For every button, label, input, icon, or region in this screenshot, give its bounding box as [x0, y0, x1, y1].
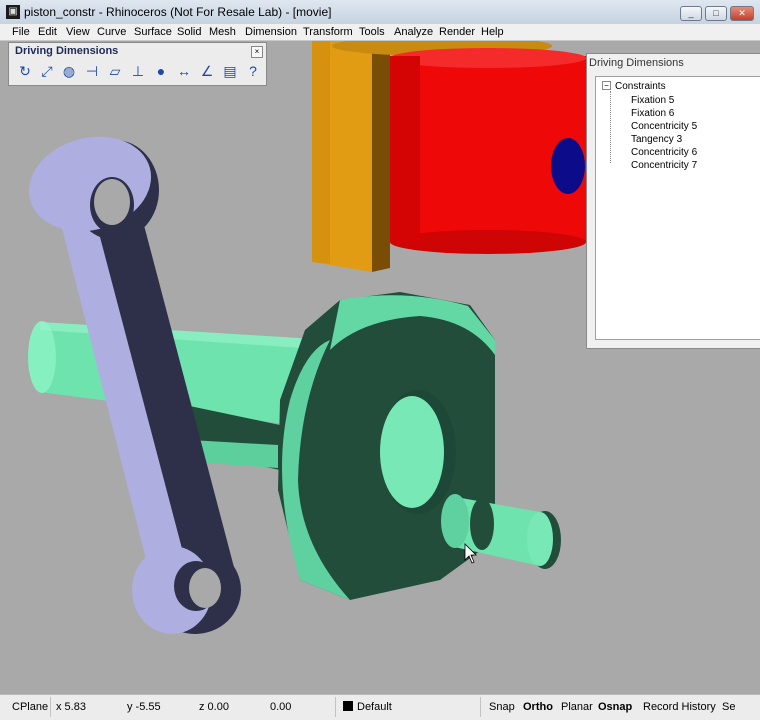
- window-title: piston_constr - Rhinoceros (Not For Resa…: [24, 5, 332, 19]
- planar-toggle[interactable]: Planar: [561, 701, 593, 713]
- tree-item-concentricity-7[interactable]: Concentricity 7: [631, 160, 697, 171]
- refresh-icon[interactable]: ↻: [15, 61, 35, 81]
- menu-dimension[interactable]: Dimension: [245, 25, 297, 39]
- menu-surface[interactable]: Surface: [134, 25, 172, 39]
- status-divider: [480, 697, 481, 717]
- minimize-button[interactable]: _: [680, 6, 702, 21]
- menu-mesh[interactable]: Mesh: [209, 25, 236, 39]
- menu-solid[interactable]: Solid: [177, 25, 201, 39]
- menu-analyze[interactable]: Analyze: [394, 25, 433, 39]
- collapse-icon[interactable]: −: [602, 81, 611, 90]
- status-divider: [50, 697, 51, 717]
- crank-web[interactable]: [278, 292, 495, 600]
- layer-indicator[interactable]: Default: [343, 701, 392, 713]
- record-history-toggle[interactable]: Record History: [643, 701, 716, 713]
- maximize-button[interactable]: □: [705, 6, 727, 21]
- layer-name: Default: [357, 701, 392, 713]
- menu-edit[interactable]: Edit: [38, 25, 57, 39]
- panel-icon[interactable]: ▤: [220, 61, 240, 81]
- piston-pin[interactable]: [551, 138, 585, 194]
- menu-curve[interactable]: Curve: [97, 25, 126, 39]
- status-overflow[interactable]: Se: [722, 701, 735, 713]
- title-bar: ▣ piston_constr - Rhinoceros (Not For Re…: [0, 0, 760, 25]
- toolbar-close-icon[interactable]: ×: [251, 46, 263, 58]
- close-button[interactable]: ✕: [730, 6, 754, 21]
- status-divider: [335, 697, 336, 717]
- x-coordinate: x 5.83: [56, 701, 86, 713]
- tree-root-label: Constraints: [615, 81, 666, 92]
- panel-title: Driving Dimensions: [589, 57, 684, 69]
- sphere-icon[interactable]: ●: [151, 61, 171, 81]
- angle-icon[interactable]: ∠: [197, 61, 217, 81]
- globe-icon[interactable]: ◍: [59, 61, 79, 81]
- layer-color-swatch: [343, 701, 353, 711]
- tree-connector: [610, 91, 612, 163]
- z-coordinate: z 0.00: [199, 701, 229, 713]
- driving-dimensions-panel: Driving Dimensions − Constraints Fixation…: [586, 53, 760, 349]
- dimension-edit-icon[interactable]: ⤢: [37, 61, 57, 81]
- status-bar: CPlane x 5.83 y -5.55 z 0.00 0.00 Defaul…: [0, 694, 760, 720]
- plane-icon[interactable]: ▱: [105, 61, 125, 81]
- menu-help[interactable]: Help: [481, 25, 504, 39]
- menu-view[interactable]: View: [66, 25, 90, 39]
- distance-value: 0.00: [270, 701, 292, 713]
- rhino-app-icon[interactable]: ▣: [6, 5, 20, 19]
- y-coordinate: y -5.55: [127, 701, 161, 713]
- osnap-toggle[interactable]: Osnap: [598, 701, 632, 713]
- perpendicular-icon[interactable]: ⊥: [128, 61, 148, 81]
- menu-tools[interactable]: Tools: [359, 25, 385, 39]
- constraints-tree[interactable]: − Constraints Fixation 5 Fixation 6 Conce…: [595, 76, 760, 340]
- tree-item-concentricity-5[interactable]: Concentricity 5: [631, 121, 697, 132]
- fixation-icon[interactable]: ⊣: [82, 61, 102, 81]
- tree-item-concentricity-6[interactable]: Concentricity 6: [631, 147, 697, 158]
- cplane-label[interactable]: CPlane: [12, 701, 48, 713]
- tree-item-tangency-3[interactable]: Tangency 3: [631, 134, 682, 145]
- help-icon[interactable]: ?: [243, 61, 263, 81]
- menu-render[interactable]: Render: [439, 25, 475, 39]
- tree-item-fixation-6[interactable]: Fixation 6: [631, 108, 674, 119]
- toolbar-title: Driving Dimensions: [15, 45, 119, 57]
- menu-transform[interactable]: Transform: [303, 25, 353, 39]
- tree-item-fixation-5[interactable]: Fixation 5: [631, 95, 674, 106]
- menu-bar: File Edit View Curve Surface Solid Mesh …: [0, 24, 760, 41]
- distance-icon[interactable]: ↔: [174, 61, 194, 81]
- menu-file[interactable]: File: [12, 25, 30, 39]
- driving-dimensions-toolbar: Driving Dimensions × ↻ ⤢ ◍ ⊣ ▱ ⊥ ● ↔ ∠ ▤…: [8, 42, 267, 86]
- ortho-toggle[interactable]: Ortho: [523, 701, 553, 713]
- snap-toggle[interactable]: Snap: [489, 701, 515, 713]
